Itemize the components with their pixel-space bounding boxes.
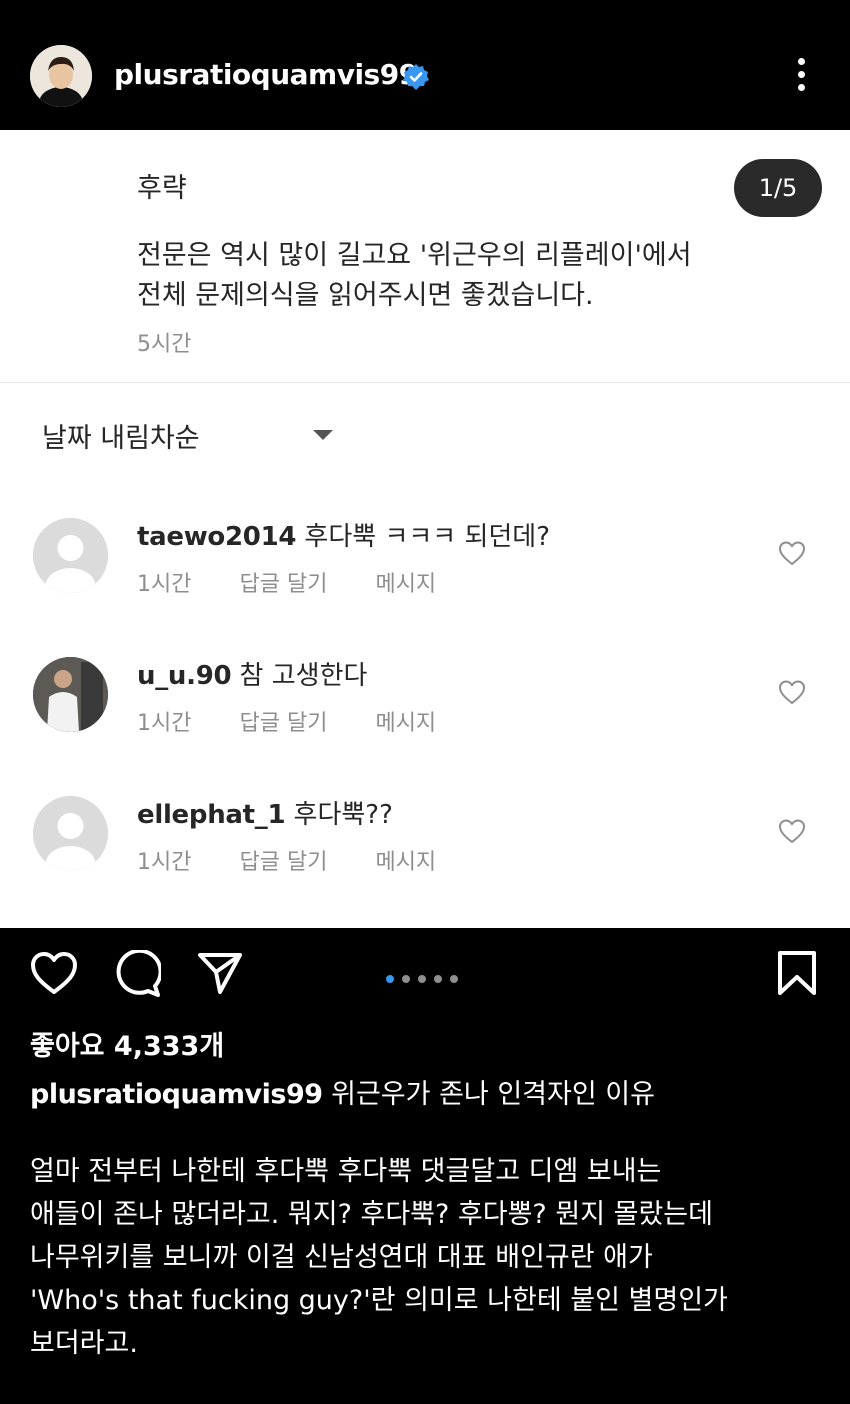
caption-title: 위근우가 존나 인격자인 이유 (331, 1079, 655, 1110)
like-count[interactable]: 좋아요 4,333개 (30, 1024, 224, 1063)
comment-time: 1시간 (137, 572, 192, 597)
comment-username[interactable]: taewo2014 (137, 522, 296, 552)
more-vertical-icon[interactable] (786, 58, 816, 98)
carousel-dot (386, 975, 394, 983)
bookmark-icon[interactable] (777, 950, 817, 1000)
comment-item: u_u.90 참 고생한다 1시간 답글 달기 메시지 (0, 639, 850, 769)
chevron-down-icon[interactable] (313, 430, 333, 440)
comment-text: ellephat_1 후다뿍?? (137, 794, 393, 831)
comment-body: 참 고생한다 (239, 661, 368, 691)
post-header: plusratioquamvis99 (0, 0, 850, 130)
comment-username[interactable]: ellephat_1 (137, 800, 286, 830)
sort-dropdown[interactable]: 날짜 내림차순 (42, 416, 200, 455)
comment-body: 후다뿍 ㅋㅋㅋ 되던데? (304, 522, 551, 552)
comment-time: 1시간 (137, 711, 192, 736)
avatar[interactable] (33, 657, 108, 732)
carousel-dot (434, 975, 442, 983)
comment-icon[interactable] (113, 948, 163, 1002)
avatar[interactable] (33, 796, 108, 871)
comment-meta: 1시간 답글 달기 메시지 (137, 844, 484, 876)
carousel-dot (450, 975, 458, 983)
caption-body-line: 전문은 역시 많이 길고요 '위근우의 리플레이'에서 (137, 240, 692, 271)
reply-button[interactable]: 답글 달기 (239, 572, 327, 597)
caption-title-line: plusratioquamvis99 위근우가 존나 인격자인 이유 (30, 1072, 655, 1111)
heart-icon[interactable] (778, 540, 806, 566)
header-username[interactable]: plusratioquamvis99 (114, 58, 418, 91)
heart-icon[interactable] (778, 679, 806, 705)
comment-username[interactable]: u_u.90 (137, 661, 232, 691)
reply-button[interactable]: 답글 달기 (239, 850, 327, 875)
caption-line: 보더라고. (30, 1328, 138, 1359)
message-button[interactable]: 메시지 (375, 572, 436, 597)
reply-button[interactable]: 답글 달기 (239, 711, 327, 736)
divider (0, 382, 850, 383)
caption-line: 'Who's that fucking guy?'란 의미로 나한테 붙인 별명… (30, 1285, 728, 1316)
heart-icon[interactable] (30, 950, 78, 1000)
carousel-indicator (386, 968, 466, 987)
comment-item: taewo2014 후다뿍 ㅋㅋㅋ 되던데? 1시간 답글 달기 메시지 (0, 500, 850, 630)
comment-meta: 1시간 답글 달기 메시지 (137, 566, 484, 598)
comment-body: 후다뿍?? (293, 800, 393, 830)
send-icon[interactable] (197, 950, 243, 1000)
caption-text: 얼마 전부터 나한테 후다뿍 후다뿍 댓글달고 디엠 보내는 애들이 존나 많더… (30, 1150, 820, 1365)
comment-time: 1시간 (137, 850, 192, 875)
post-content-panel: 후략 1/5 전문은 역시 많이 길고요 '위근우의 리플레이'에서 전체 문제… (0, 130, 850, 928)
comment-item: ellephat_1 후다뿍?? 1시간 답글 달기 메시지 (0, 778, 850, 908)
caption-body: 전문은 역시 많이 길고요 '위근우의 리플레이'에서 전체 문제의식을 읽어주… (137, 236, 797, 316)
carousel-page-counter: 1/5 (734, 159, 822, 217)
heart-icon[interactable] (778, 818, 806, 844)
caption-line: 애들이 존나 많더라고. 뭐지? 후다뿍? 후다뽕? 뭔지 몰랐는데 (30, 1199, 713, 1230)
caption-timestamp: 5시간 (137, 332, 192, 357)
avatar[interactable] (33, 518, 108, 593)
caption-line: 나무위키를 보니까 이걸 신남성연대 대표 배인규란 애가 (30, 1242, 653, 1273)
message-button[interactable]: 메시지 (375, 711, 436, 736)
caption-username[interactable]: plusratioquamvis99 (30, 1079, 323, 1110)
comment-text: u_u.90 참 고생한다 (137, 655, 367, 692)
carousel-dot (418, 975, 426, 983)
message-button[interactable]: 메시지 (375, 850, 436, 875)
profile-avatar[interactable] (30, 45, 92, 107)
caption-body-line: 전체 문제의식을 읽어주시면 좋겠습니다. (137, 280, 594, 311)
caption-line: 얼마 전부터 나한테 후다뿍 후다뿍 댓글달고 디엠 보내는 (30, 1156, 662, 1187)
caption-heading: 후략 (137, 173, 187, 204)
carousel-dot (402, 975, 410, 983)
verified-badge-icon (402, 63, 430, 91)
comment-meta: 1시간 답글 달기 메시지 (137, 705, 484, 737)
comment-text: taewo2014 후다뿍 ㅋㅋㅋ 되던데? (137, 516, 550, 553)
